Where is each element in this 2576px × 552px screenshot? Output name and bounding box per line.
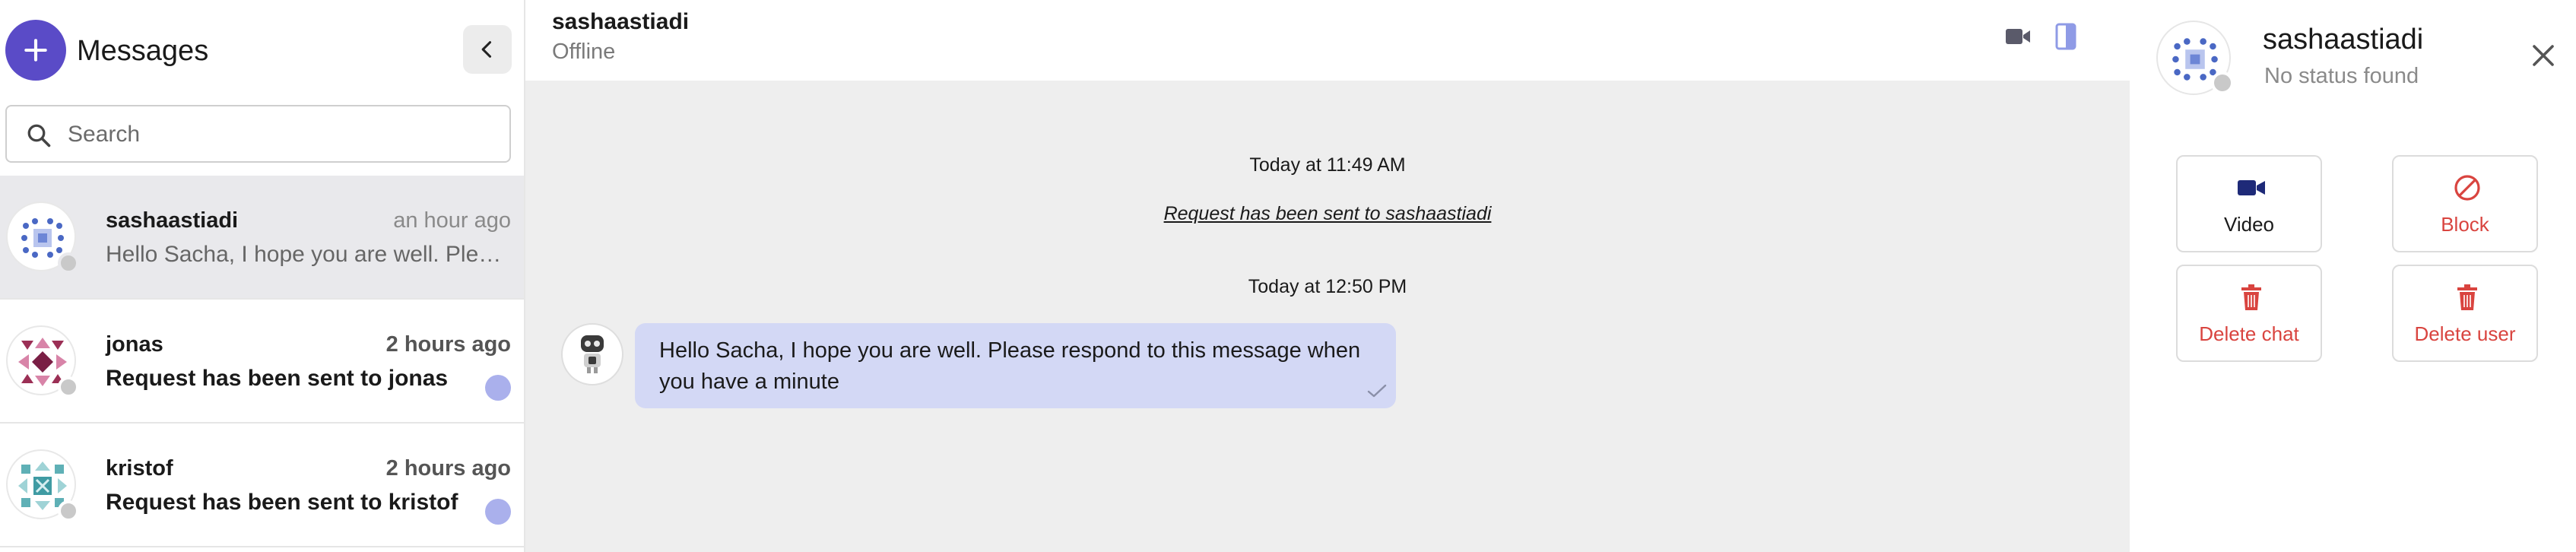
search-box[interactable] [5,105,511,163]
conversation-time: 2 hours ago [385,456,511,481]
conversation-item-kristof[interactable]: kristof 2 hours ago Request has been sen… [0,424,524,547]
robot-icon [581,335,604,373]
unread-indicator [485,499,511,525]
chat-contact-status: Offline [552,40,616,64]
messaging-app: Messages Search sashaastiadi an hour ago… [0,0,2576,552]
sent-check-icon [1367,384,1387,398]
plus-icon [24,39,47,62]
conversation-item-sashaastiadi[interactable]: sashaastiadi an hour ago Hello Sacha, I … [0,176,524,300]
contact-details-panel: sashaastiadi No status found Video Block [2130,0,2576,552]
sender-avatar [561,323,623,385]
message-bubble[interactable]: Hello Sacha, I hope you are well. Please… [635,323,1396,408]
profile-status: No status found [2264,64,2419,88]
unread-indicator [485,375,511,401]
conversations-sidebar: Messages Search sashaastiadi an hour ago… [0,0,525,552]
delete-chat-button[interactable]: Delete chat [2176,265,2322,362]
action-label: Delete user [2414,322,2516,345]
profile-name: sashaastiadi [2263,24,2424,56]
conversation-name: kristof [106,456,173,481]
search-icon [27,124,51,148]
chat-contact-name: sashaastiadi [552,9,690,34]
sidebar-title: Messages [77,35,209,67]
conversation-preview: Request has been sent to jonas [106,366,449,391]
offline-status-dot [58,376,79,398]
system-message[interactable]: Request has been sent to sashaastiadi [525,203,2130,225]
trash-icon [2241,284,2261,310]
message-text: Hello Sacha, I hope you are well. Please… [659,338,1361,394]
timestamp-divider: Today at 11:49 AM [1249,154,1406,176]
action-label: Delete chat [2199,322,2299,345]
conversation-preview: Hello Sacha, I hope you are well. Please… [106,242,511,267]
delete-user-button[interactable]: Delete user [2392,265,2538,362]
video-camera-icon [2238,180,2265,195]
conversation-time: an hour ago [393,208,511,233]
trash-icon [2457,284,2477,310]
offline-status-dot [2211,71,2234,94]
video-call-button[interactable]: Video [2176,155,2322,252]
conversation-name: jonas [106,332,163,357]
offline-status-dot [58,500,79,522]
conversation-list: sashaastiadi an hour ago Hello Sacha, I … [0,176,524,547]
offline-status-dot [58,252,79,274]
video-camera-icon[interactable] [2005,26,2031,47]
conversation-name: sashaastiadi [106,208,239,233]
conversation-preview: Request has been sent to kristof [106,490,458,515]
block-icon [2454,175,2480,201]
action-label: Block [2441,213,2489,236]
sidebar-header: Messages [0,0,524,102]
action-label: Video [2223,213,2275,236]
conversation-time: 2 hours ago [385,332,511,357]
close-icon[interactable] [2530,42,2557,69]
chat-header: sashaastiadi Offline [525,0,2130,81]
search-input[interactable] [66,114,492,155]
chat-panel: sashaastiadi Offline Today at 11:49 AM R… [525,0,2130,552]
block-button[interactable]: Block [2392,155,2538,252]
timestamp-divider: Today at 12:50 PM [1248,276,1407,297]
chevron-left-icon [481,41,492,58]
side-panel-icon[interactable] [2055,23,2076,50]
conversation-item-jonas[interactable]: jonas 2 hours ago Request has been sent … [0,300,524,424]
new-message-button[interactable] [5,20,66,81]
collapse-sidebar-button[interactable] [463,25,512,74]
